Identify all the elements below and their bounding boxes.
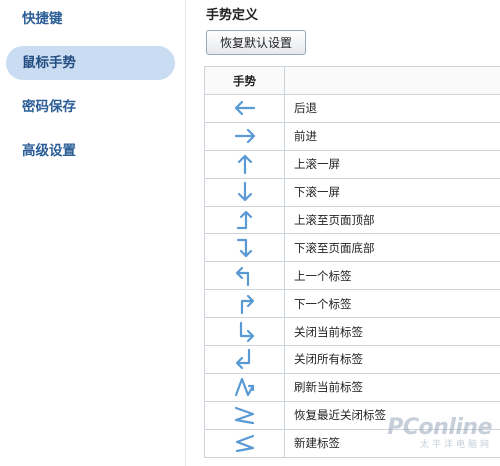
table-row[interactable]: 关闭当前标签 [204, 317, 500, 347]
arrow-up-icon [237, 155, 252, 175]
sidebar-item-password-saving[interactable]: 密码保存 [6, 90, 175, 124]
arrow-down-icon [237, 182, 252, 202]
left-right-zigzag-icon [235, 435, 254, 453]
table-row[interactable]: 关闭所有标签 [204, 345, 500, 374]
up-right-arrow-icon [240, 294, 254, 314]
gesture-action: 关闭当前标签 [284, 317, 500, 347]
gesture-action: 下滚一屏 [284, 177, 500, 207]
gesture-action: 前进 [284, 121, 500, 151]
right-up-arrow-icon [236, 210, 252, 230]
table-row[interactable]: 前进 [204, 121, 500, 151]
header-action [284, 66, 500, 95]
sidebar: 快捷键 鼠标手势 密码保存 高级设置 [0, 0, 186, 466]
restore-defaults-button[interactable]: 恢复默认设置 [206, 30, 306, 55]
arrow-left-icon [234, 101, 255, 116]
gesture-action: 下一个标签 [284, 289, 500, 319]
section-title: 手势定义 [206, 8, 259, 23]
sidebar-item-shortcuts[interactable]: 快捷键 [6, 2, 175, 36]
table-row[interactable]: 上一个标签 [204, 261, 500, 291]
gesture-table: 手势 后退 前进 上滚一屏 下滚一屏 上滚至页面顶部 下滚至页面底部 上一个标签… [204, 66, 500, 458]
right-down-arrow-icon [236, 238, 252, 257]
gesture-action: 上滚一屏 [284, 149, 500, 179]
table-row[interactable]: 刷新当前标签 [204, 372, 500, 402]
main-panel: 手势定义 恢复默认设置 手势 后退 前进 上滚一屏 下滚一屏 上滚至页面顶部 下… [186, 0, 500, 466]
table-row[interactable]: 下一个标签 [204, 289, 500, 319]
down-left-arrow-icon [235, 349, 250, 370]
watermark: PConline 太平洋电脑网 [387, 415, 492, 450]
table-row[interactable]: 上滚至页面顶部 [204, 205, 500, 235]
table-row[interactable]: 上滚一屏 [204, 149, 500, 179]
up-down-zigzag-icon [234, 378, 254, 397]
sidebar-item-advanced-settings[interactable]: 高级设置 [6, 134, 175, 168]
up-left-arrow-icon [235, 266, 249, 286]
sidebar-item-mouse-gestures[interactable]: 鼠标手势 [6, 46, 175, 80]
gesture-action: 上一个标签 [284, 261, 500, 291]
gesture-action: 后退 [284, 94, 500, 123]
arrow-right-icon [234, 129, 255, 144]
header-gesture: 手势 [204, 66, 285, 95]
down-right-arrow-icon [239, 321, 254, 342]
gesture-action: 上滚至页面顶部 [284, 205, 500, 235]
right-left-zigzag-icon [234, 407, 254, 425]
gesture-action: 关闭所有标签 [284, 345, 500, 374]
table-row[interactable]: 下滚至页面底部 [204, 233, 500, 263]
gesture-action: 刷新当前标签 [284, 372, 500, 402]
table-row[interactable]: 后退 [204, 94, 500, 123]
table-header-row: 手势 [204, 66, 500, 95]
table-row[interactable]: 下滚一屏 [204, 177, 500, 207]
gesture-action: 下滚至页面底部 [284, 233, 500, 263]
